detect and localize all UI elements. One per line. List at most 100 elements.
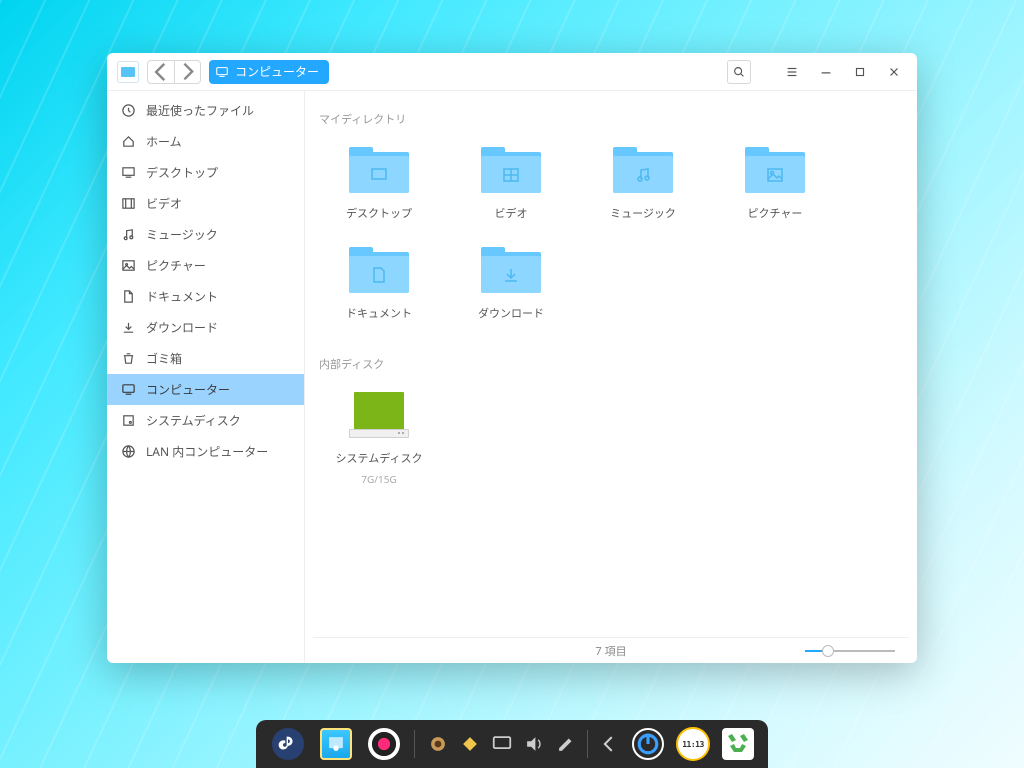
maximize-button[interactable] [847, 59, 873, 85]
search-icon [732, 65, 746, 79]
folder-icon [349, 147, 409, 193]
content-area: マイディレクトリ デスクトップビデオ ミュージックピクチャードキュメント ダウンロー… [305, 91, 917, 663]
document-icon [121, 289, 136, 304]
sidebar-item-label: システムディスク [146, 412, 241, 429]
sidebar-item-document[interactable]: ドキュメント [107, 281, 304, 312]
folder-label: ビデオ [495, 207, 528, 221]
sidebar-item-label: ドキュメント [146, 288, 218, 305]
sidebar-item-clock[interactable]: 最近使ったファイル [107, 95, 304, 126]
folder-document[interactable]: ドキュメント [313, 241, 445, 341]
sidebar: 最近使ったファイルホームデスクトップビデオミュージックピクチャードキュメントダウ… [107, 91, 305, 663]
music-icon [121, 227, 136, 242]
disk-icon [121, 413, 136, 428]
nav-buttons [147, 60, 201, 84]
folder-music[interactable]: ミュージック [577, 141, 709, 241]
disk-item[interactable]: システムディスク 7G/15G [313, 386, 445, 506]
files-icon [320, 728, 352, 760]
sidebar-item-home[interactable]: ホーム [107, 126, 304, 157]
dock: 11:13 [256, 720, 768, 768]
computer-icon [121, 382, 136, 397]
sidebar-item-label: コンピューター [146, 381, 230, 398]
dock-separator-2 [587, 730, 588, 758]
tray-display-icon[interactable] [491, 733, 513, 755]
disk-icon [349, 392, 409, 438]
tray-volume-icon[interactable] [523, 733, 545, 755]
location-label: コンピューター [235, 63, 319, 80]
search-button[interactable] [727, 60, 751, 84]
sidebar-item-computer[interactable]: コンピューター [107, 374, 304, 405]
dock-tray [427, 730, 620, 758]
sidebar-item-trash[interactable]: ゴミ箱 [107, 343, 304, 374]
sidebar-item-picture[interactable]: ピクチャー [107, 250, 304, 281]
sidebar-item-label: ピクチャー [146, 257, 206, 274]
dock-power-button[interactable] [632, 728, 664, 760]
tray-app-1[interactable] [427, 733, 449, 755]
picture-icon [121, 258, 136, 273]
sidebar-item-disk[interactable]: システムディスク [107, 405, 304, 436]
hamburger-icon [785, 65, 799, 79]
folder-icon [481, 147, 541, 193]
dock-trash[interactable] [722, 728, 754, 760]
sidebar-item-label: ミュージック [146, 226, 218, 243]
section-internaldisk-label: 内部ディスク [313, 352, 909, 386]
item-count-label: 7 項目 [595, 643, 626, 659]
download-icon [121, 320, 136, 335]
disks-grid: システムディスク 7G/15G [313, 386, 909, 516]
dock-launcher[interactable] [270, 726, 306, 762]
computer-icon [215, 65, 229, 79]
tray-app-2[interactable] [459, 733, 481, 755]
folder-icon [613, 147, 673, 193]
sidebar-item-network[interactable]: LAN 内コンピューター [107, 436, 304, 467]
section-mydirectory-label: マイディレクトリ [313, 107, 909, 141]
folder-desktop[interactable]: デスクトップ [313, 141, 445, 241]
dock-settings[interactable] [366, 726, 402, 762]
back-button[interactable] [148, 61, 174, 83]
sidebar-item-label: ゴミ箱 [146, 350, 182, 367]
disk-label: システムディスク [336, 452, 423, 466]
dock-separator [414, 730, 415, 758]
folder-picture[interactable]: ピクチャー [709, 141, 841, 241]
titlebar: コンピューター [107, 53, 917, 91]
folder-video[interactable]: ビデオ [445, 141, 577, 241]
app-icon[interactable] [117, 61, 139, 83]
close-icon [887, 65, 901, 79]
minimize-button[interactable] [813, 59, 839, 85]
sidebar-item-label: 最近使ったファイル [146, 102, 254, 119]
folder-label: ドキュメント [346, 307, 412, 321]
tray-edit-icon[interactable] [555, 733, 577, 755]
forward-button[interactable] [174, 61, 200, 83]
trash-icon [121, 351, 136, 366]
home-icon [121, 134, 136, 149]
folder-icon [745, 147, 805, 193]
desktop-icon [121, 165, 136, 180]
sidebar-item-download[interactable]: ダウンロード [107, 312, 304, 343]
recycle-icon [722, 728, 754, 760]
minimize-icon [819, 65, 833, 79]
folder-icon [349, 247, 409, 293]
dock-clock[interactable]: 11:13 [676, 727, 710, 761]
disk-usage: 7G/15G [361, 472, 396, 486]
sidebar-item-music[interactable]: ミュージック [107, 219, 304, 250]
menu-button[interactable] [779, 59, 805, 85]
fedora-icon [272, 728, 304, 760]
zoom-slider[interactable] [805, 650, 895, 652]
maximize-icon [853, 65, 867, 79]
sidebar-item-label: デスクトップ [146, 164, 218, 181]
clock-icon [121, 103, 136, 118]
sidebar-item-video[interactable]: ビデオ [107, 188, 304, 219]
tray-collapse-button[interactable] [598, 733, 620, 755]
sidebar-item-label: LAN 内コンピューター [146, 443, 268, 460]
dock-files[interactable] [318, 726, 354, 762]
folders-grid: デスクトップビデオ ミュージックピクチャードキュメント ダウンロード [313, 141, 909, 352]
dock-clock-text: 11:13 [682, 740, 704, 749]
sidebar-item-label: ホーム [146, 133, 182, 150]
folder-icon [481, 247, 541, 293]
location-path-button[interactable]: コンピューター [209, 60, 329, 84]
folder-download[interactable]: ダウンロード [445, 241, 577, 341]
statusbar: 7 項目 [313, 637, 909, 663]
settings-icon [368, 728, 400, 760]
folder-label: ピクチャー [748, 207, 803, 221]
sidebar-item-desktop[interactable]: デスクトップ [107, 157, 304, 188]
close-button[interactable] [881, 59, 907, 85]
video-icon [121, 196, 136, 211]
